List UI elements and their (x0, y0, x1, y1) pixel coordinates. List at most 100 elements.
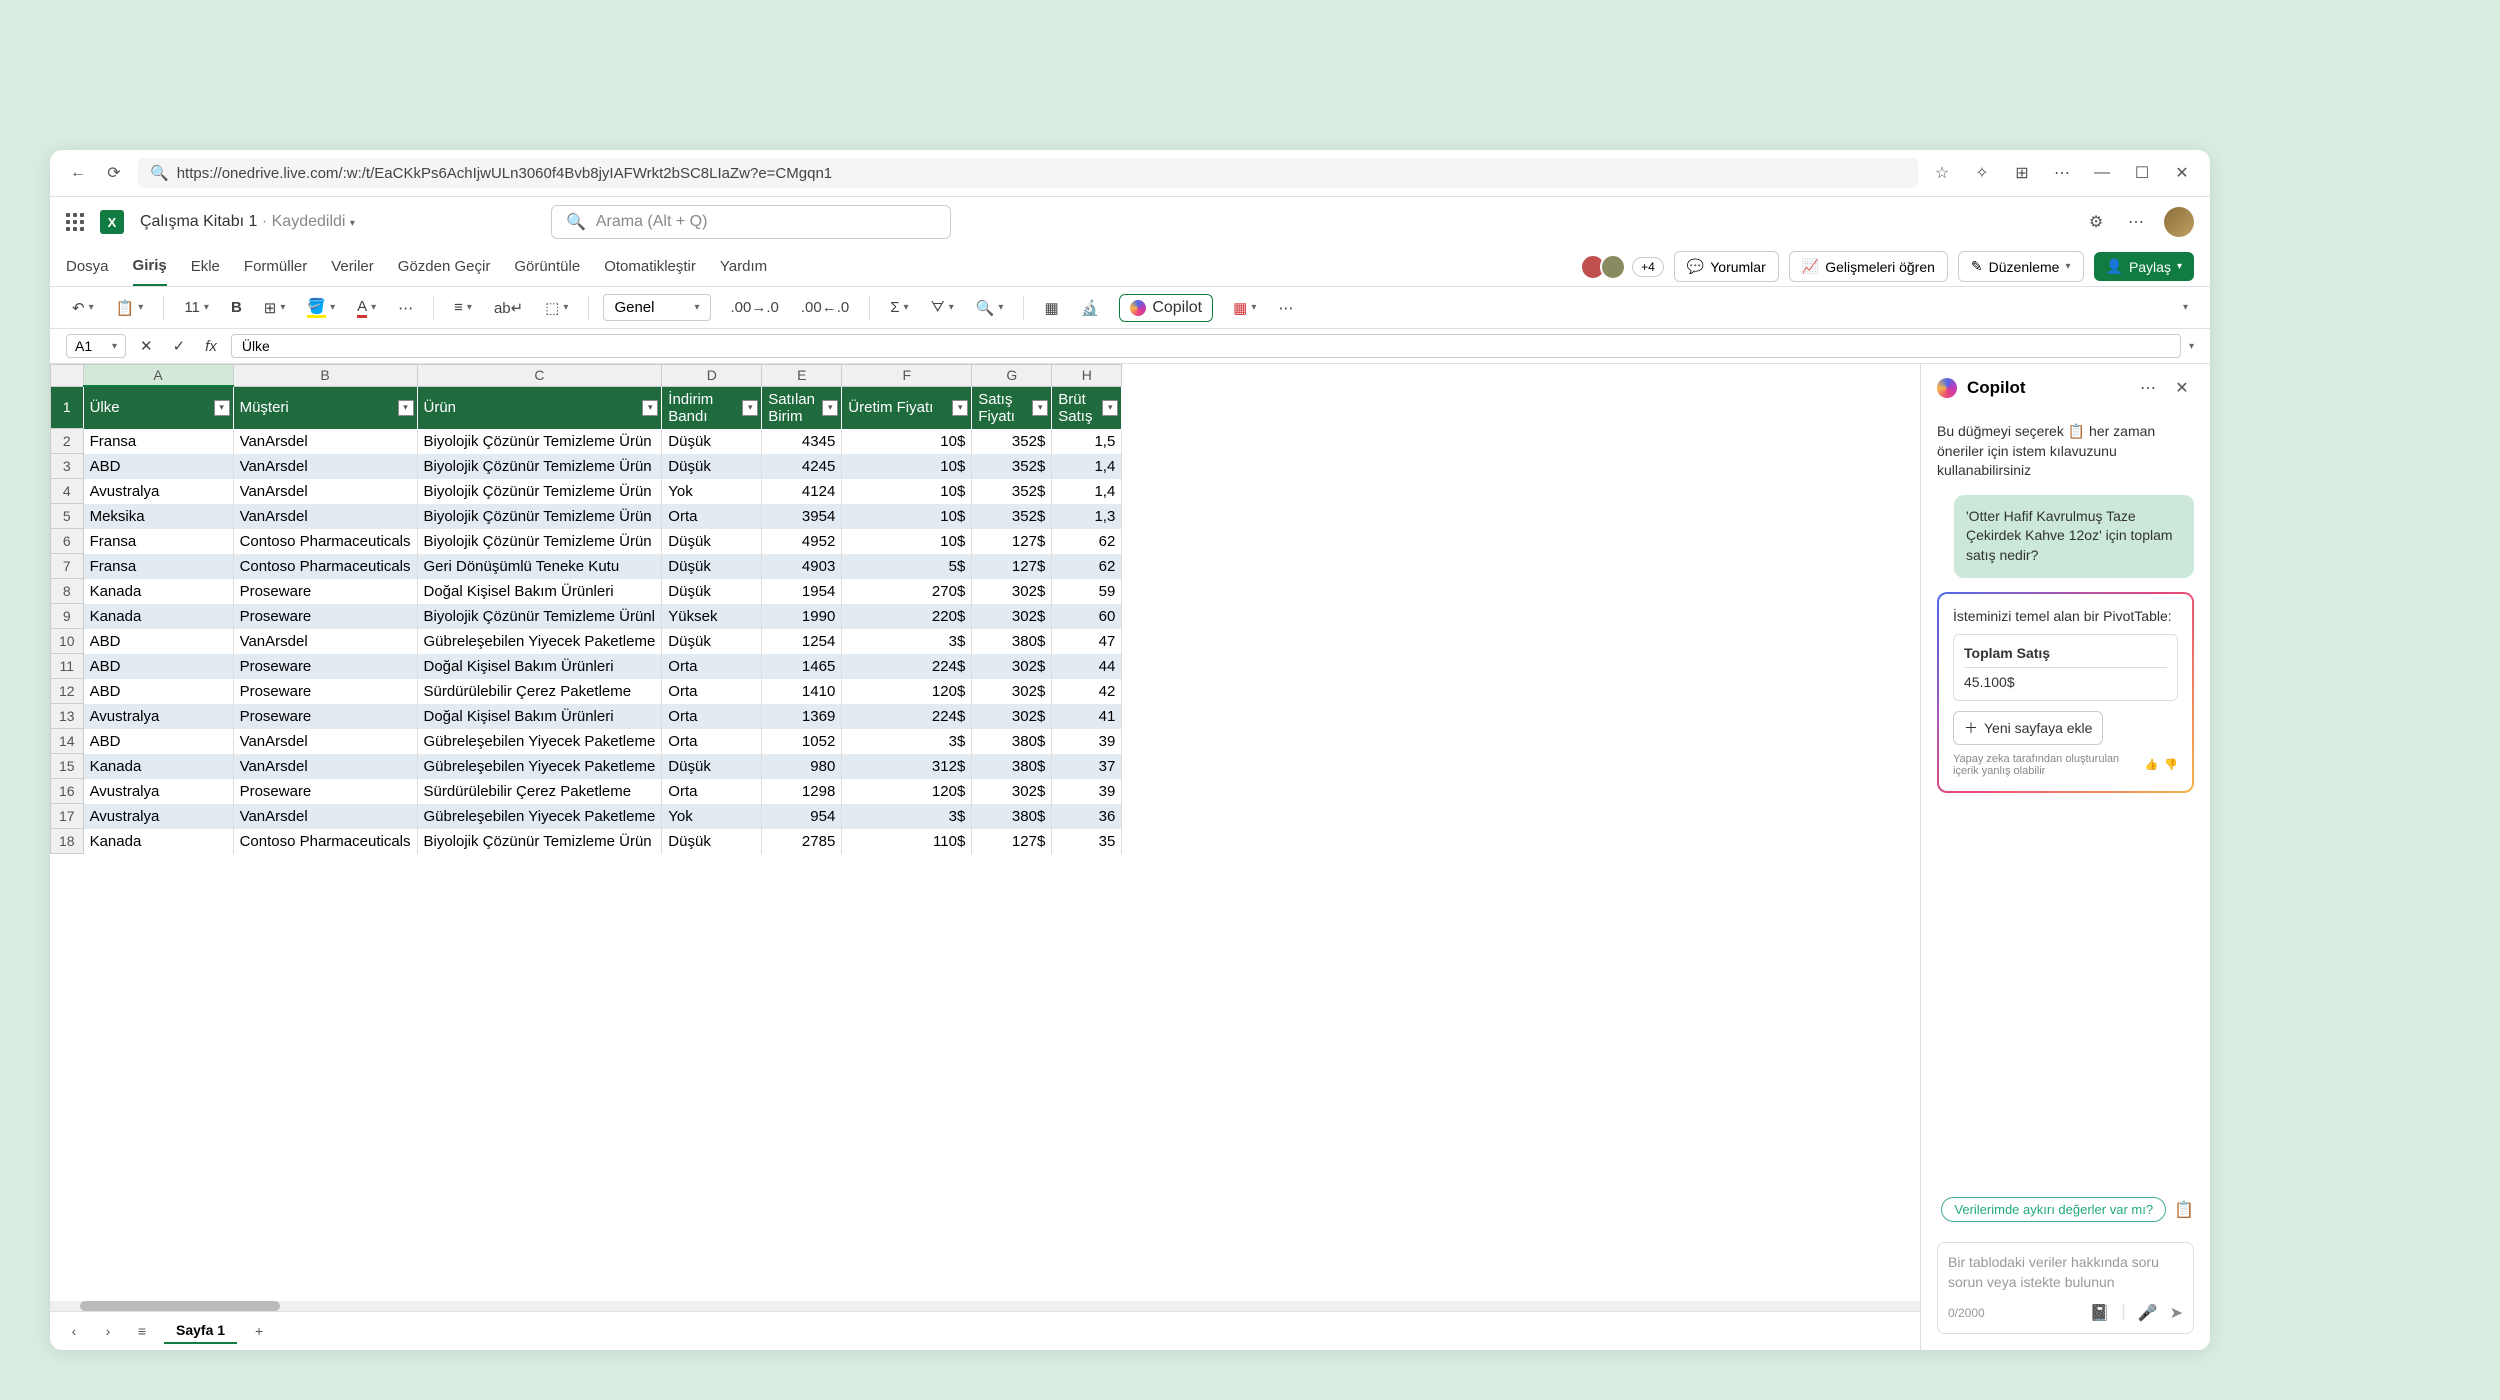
table-header-cell[interactable]: İndirim Bandı▾ (662, 386, 762, 429)
cell[interactable]: Biyolojik Çözünür Temizleme Ürün (417, 529, 662, 554)
minimize-icon[interactable]: — (2090, 161, 2114, 185)
cancel-formula-icon[interactable]: ✕ (134, 333, 159, 359)
cell[interactable]: 10$ (842, 504, 972, 529)
format-table-button[interactable]: ▦▾ (1227, 295, 1262, 321)
cell[interactable]: Düşük (662, 554, 762, 579)
favorites-bar-icon[interactable]: ✧ (1970, 161, 1994, 185)
cell[interactable]: 3$ (842, 729, 972, 754)
cell[interactable]: Orta (662, 729, 762, 754)
cell[interactable]: ABD (83, 654, 233, 679)
row-header-17[interactable]: 17 (51, 804, 84, 829)
row-header-11[interactable]: 11 (51, 654, 84, 679)
cell[interactable]: VanArsdel (233, 504, 417, 529)
row-header-15[interactable]: 15 (51, 754, 84, 779)
thumbs-down-icon[interactable]: 👎 (2164, 758, 2178, 771)
cell[interactable]: 224$ (842, 704, 972, 729)
document-title[interactable]: Çalışma Kitabı 1 · Kaydedildi ▾ (140, 213, 355, 231)
filter-icon[interactable]: ▾ (214, 400, 230, 416)
share-button[interactable]: 👤 Paylaş ▾ (2094, 252, 2195, 281)
cell[interactable]: Fransa (83, 554, 233, 579)
cell[interactable]: Biyolojik Çözünür Temizleme Ürün (417, 429, 662, 454)
cell[interactable]: 1,4 (1052, 454, 1122, 479)
copilot-more-icon[interactable]: ⋯ (2136, 376, 2160, 400)
find-button[interactable]: 🔍▾ (970, 295, 1010, 321)
expand-formula-bar[interactable]: ▾ (2189, 341, 2194, 352)
cell[interactable]: Orta (662, 654, 762, 679)
mic-icon[interactable]: 🎤 (2138, 1303, 2158, 1323)
add-to-sheet-button[interactable]: ＋ Yeni sayfaya ekle (1953, 711, 2103, 745)
row-header-2[interactable]: 2 (51, 429, 84, 454)
paste-button[interactable]: 📋▾ (110, 295, 150, 321)
row-header-8[interactable]: 8 (51, 579, 84, 604)
copilot-close-icon[interactable]: ✕ (2170, 376, 2194, 400)
cell[interactable]: Sürdürülebilir Çerez Paketleme (417, 779, 662, 804)
wrap-text-button[interactable]: ab↵ (488, 295, 529, 321)
tab-review[interactable]: Gözden Geçir (398, 248, 491, 285)
column-header-H[interactable]: H (1052, 365, 1122, 387)
column-header-C[interactable]: C (417, 365, 662, 387)
cell[interactable]: 120$ (842, 779, 972, 804)
cell[interactable]: 1,5 (1052, 429, 1122, 454)
cell[interactable]: Orta (662, 504, 762, 529)
horizontal-scrollbar[interactable] (50, 1301, 1920, 1311)
cell[interactable]: 4903 (762, 554, 842, 579)
sort-filter-button[interactable]: ᗊ▾ (925, 295, 960, 320)
cell[interactable]: 35 (1052, 829, 1122, 854)
cell[interactable]: Biyolojik Çözünür Temizleme Ürünl (417, 604, 662, 629)
cell[interactable]: 380$ (972, 754, 1052, 779)
cell[interactable]: ABD (83, 679, 233, 704)
cell[interactable]: Avustralya (83, 479, 233, 504)
cell[interactable]: 1052 (762, 729, 842, 754)
comments-button[interactable]: 💬 Yorumlar (1674, 251, 1779, 282)
cell[interactable]: 2785 (762, 829, 842, 854)
fx-icon[interactable]: fx (199, 334, 223, 359)
cell[interactable]: Düşük (662, 579, 762, 604)
maximize-icon[interactable]: ☐ (2130, 161, 2154, 185)
cell[interactable]: Gübreleşebilen Yiyecek Paketleme (417, 804, 662, 829)
column-header-D[interactable]: D (662, 365, 762, 387)
number-format-select[interactable]: Genel▾ (603, 294, 710, 321)
cell[interactable]: 1254 (762, 629, 842, 654)
column-header-B[interactable]: B (233, 365, 417, 387)
tab-file[interactable]: Dosya (66, 248, 109, 285)
presence-avatars[interactable]: +4 (1586, 254, 1664, 280)
cell[interactable]: Sürdürülebilir Çerez Paketleme (417, 679, 662, 704)
table-header-cell[interactable]: Satılan Birim▾ (762, 386, 842, 429)
favorite-icon[interactable]: ☆ (1930, 161, 1954, 185)
cell[interactable]: Doğal Kişisel Bakım Ürünleri (417, 704, 662, 729)
cell[interactable]: 44 (1052, 654, 1122, 679)
cell[interactable]: VanArsdel (233, 454, 417, 479)
cell[interactable]: 352$ (972, 454, 1052, 479)
cell[interactable]: 42 (1052, 679, 1122, 704)
cell[interactable]: 62 (1052, 554, 1122, 579)
cell[interactable]: 4245 (762, 454, 842, 479)
row-header-18[interactable]: 18 (51, 829, 84, 854)
copilot-ribbon-button[interactable]: Copilot (1119, 294, 1213, 322)
row-header-3[interactable]: 3 (51, 454, 84, 479)
cell[interactable]: 3$ (842, 804, 972, 829)
add-sheet-button[interactable]: + (247, 1319, 271, 1343)
back-button[interactable]: ← (66, 161, 90, 185)
font-size[interactable]: 11 ▾ (178, 295, 215, 320)
cell[interactable]: 10$ (842, 479, 972, 504)
cell[interactable]: Yok (662, 479, 762, 504)
cell[interactable]: VanArsdel (233, 729, 417, 754)
cell[interactable]: 39 (1052, 729, 1122, 754)
cell[interactable]: Proseware (233, 704, 417, 729)
table-header-cell[interactable]: Müşteri▾ (233, 386, 417, 429)
search-box[interactable]: 🔍 Arama (Alt + Q) (551, 205, 951, 239)
cell[interactable]: 380$ (972, 729, 1052, 754)
all-sheets[interactable]: ≡ (130, 1319, 154, 1343)
settings-icon[interactable]: ⚙ (2084, 210, 2108, 234)
cell[interactable]: Avustralya (83, 704, 233, 729)
fill-color-button[interactable]: 🪣▾ (301, 293, 341, 322)
cell[interactable]: Avustralya (83, 779, 233, 804)
cell[interactable]: Orta (662, 679, 762, 704)
collections-icon[interactable]: ⊞ (2010, 161, 2034, 185)
table-header-cell[interactable]: Satış Fiyatı▾ (972, 386, 1052, 429)
cell[interactable]: Contoso Pharmaceuticals (233, 554, 417, 579)
cell[interactable]: 5$ (842, 554, 972, 579)
editing-mode-button[interactable]: ✎ Düzenleme ▾ (1958, 251, 2084, 282)
table-header-cell[interactable]: Ürün▾ (417, 386, 662, 429)
filter-icon[interactable]: ▾ (822, 400, 838, 416)
